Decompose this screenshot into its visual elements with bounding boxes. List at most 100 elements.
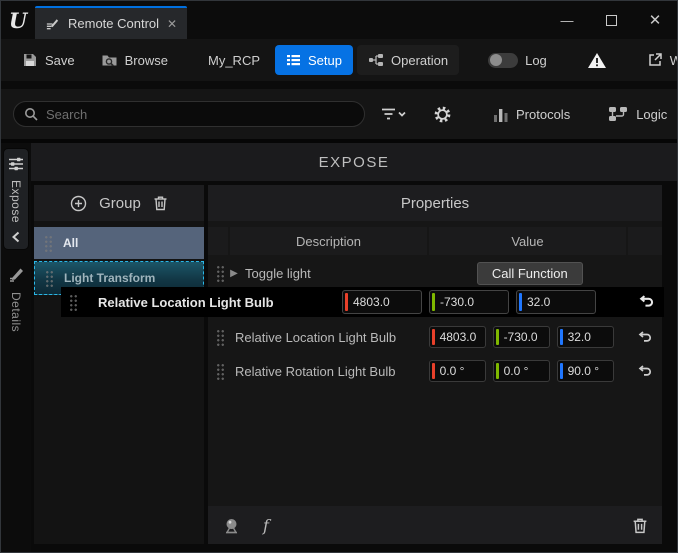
protocols-bars-icon: [494, 107, 508, 122]
browse-folder-icon: [101, 52, 118, 68]
group-item-all[interactable]: All: [34, 227, 204, 259]
x-value-field[interactable]: 4803.0: [429, 326, 486, 348]
z-value-field[interactable]: 32.0: [557, 326, 614, 348]
expose-panel: EXPOSE Group All: [31, 143, 677, 553]
expose-actor-icon[interactable]: [222, 517, 241, 534]
search-input[interactable]: [46, 107, 354, 122]
z-axis-color-bar: [519, 293, 522, 311]
reset-to-default-button[interactable]: [626, 365, 662, 378]
reset-to-default-button[interactable]: [626, 331, 662, 344]
drag-handle-icon[interactable]: [216, 329, 225, 346]
browse-button[interactable]: Browse: [90, 45, 179, 75]
titlebar: U Remote Control ✕ — ✕: [1, 1, 677, 39]
search-box[interactable]: [13, 101, 365, 127]
group-item-label: Light Transform: [64, 271, 155, 285]
x-axis-color-bar: [432, 363, 435, 379]
y-axis-color-bar: [496, 363, 499, 379]
property-row-toggle-light[interactable]: ▶ Toggle light Call Function: [208, 257, 662, 289]
details-pencil-icon: [8, 266, 24, 282]
filter-row: Protocols Logic: [1, 89, 677, 139]
panel-body: Group All Light Transform: [31, 183, 677, 553]
property-description: Toggle light: [243, 266, 434, 281]
column-spacer: [628, 227, 662, 255]
rail-tab-details[interactable]: Details: [8, 266, 24, 332]
logic-flow-icon: [608, 106, 628, 122]
z-value-field[interactable]: 32.0: [516, 290, 596, 314]
divider: [1, 81, 677, 89]
y-axis-color-bar: [432, 293, 435, 311]
collapse-left-icon[interactable]: [11, 231, 21, 243]
column-description[interactable]: Description: [230, 227, 427, 255]
dragged-property-row[interactable]: Relative Location Light Bulb 4803.0 -730…: [61, 287, 664, 317]
log-label: Log: [525, 53, 547, 68]
tab-title: Remote Control: [68, 16, 159, 31]
toolbar: Save Browse My_RCP Setup Operation: [1, 39, 677, 81]
operation-label: Operation: [391, 53, 448, 68]
operation-tab-button[interactable]: Operation: [357, 45, 459, 75]
maximize-button[interactable]: [589, 1, 633, 39]
operation-graph-icon: [368, 53, 384, 67]
drag-handle-icon[interactable]: [216, 363, 225, 380]
x-axis-color-bar: [432, 329, 435, 345]
group-item-label: All: [63, 236, 78, 250]
value-cell: 0.0 ° 0.0 ° 90.0 °: [429, 360, 626, 382]
value-cell: Call Function: [434, 262, 626, 285]
drag-handle-icon[interactable]: [45, 270, 54, 287]
setup-tab-button[interactable]: Setup: [275, 45, 353, 75]
x-axis-color-bar: [345, 293, 348, 311]
protocols-label: Protocols: [516, 107, 570, 122]
properties-column: Properties Description Value ▶ Toggle li…: [208, 185, 662, 544]
reset-to-default-button[interactable]: [628, 295, 664, 309]
properties-footer: f: [208, 506, 662, 544]
preset-name-button[interactable]: My_RCP: [197, 45, 271, 75]
y-value-field[interactable]: -730.0: [493, 326, 550, 348]
save-button[interactable]: Save: [11, 45, 86, 75]
logic-button[interactable]: Logic: [596, 106, 678, 122]
drag-handle-icon[interactable]: [69, 294, 78, 311]
y-value-field[interactable]: -730.0: [429, 290, 509, 314]
rail-tab-expose[interactable]: Expose: [3, 148, 29, 250]
pitch-value-field[interactable]: 0.0 °: [493, 360, 550, 382]
save-label: Save: [45, 53, 75, 68]
column-value[interactable]: Value: [429, 227, 626, 255]
group-header: Group: [34, 185, 204, 221]
value-cell: 4803.0 -730.0 32.0: [429, 326, 626, 348]
unreal-engine-logo-icon: U: [1, 1, 35, 39]
warnings-button[interactable]: [576, 45, 618, 75]
drag-handle-icon[interactable]: [216, 265, 225, 282]
call-function-button[interactable]: Call Function: [477, 262, 583, 285]
protocols-button[interactable]: Protocols: [482, 107, 582, 122]
dragged-property-description: Relative Location Light Bulb: [78, 295, 342, 310]
log-toggle[interactable]: Log: [477, 45, 558, 75]
property-row-relative-location[interactable]: Relative Location Light Bulb 4803.0 -730…: [208, 321, 662, 353]
property-row-relative-rotation[interactable]: Relative Rotation Light Bulb 0.0 ° 0.0 °…: [208, 353, 662, 389]
remote-control-window: U Remote Control ✕ — ✕ Save Brow: [0, 0, 678, 553]
tab-remote-control[interactable]: Remote Control ✕: [35, 6, 187, 39]
z-axis-color-bar: [560, 329, 563, 345]
rail-expose-label: Expose: [9, 180, 23, 223]
external-link-icon: [647, 52, 663, 68]
x-value-field[interactable]: 4803.0: [342, 290, 422, 314]
group-column: Group All Light Transform: [34, 185, 204, 544]
add-group-icon[interactable]: [70, 195, 87, 212]
yaw-value-field[interactable]: 90.0 °: [557, 360, 614, 382]
save-icon: [22, 52, 38, 68]
setup-list-icon: [286, 53, 301, 67]
settings-gear-icon[interactable]: [427, 99, 458, 129]
delete-property-trash-icon[interactable]: [632, 517, 648, 534]
remote-control-icon: [45, 16, 60, 31]
tab-close-icon[interactable]: ✕: [167, 17, 177, 31]
drag-handle-icon[interactable]: [44, 235, 53, 252]
property-description: Relative Location Light Bulb: [225, 330, 429, 345]
roll-value-field[interactable]: 0.0 °: [429, 360, 486, 382]
expand-arrow-icon[interactable]: ▶: [225, 268, 243, 279]
minimize-button[interactable]: —: [545, 1, 589, 39]
rail-details-label: Details: [9, 292, 23, 332]
web-button[interactable]: Web: [636, 45, 678, 75]
search-icon: [24, 107, 38, 121]
close-button[interactable]: ✕: [633, 1, 677, 39]
filter-button[interactable]: [375, 99, 413, 129]
delete-group-trash-icon[interactable]: [153, 195, 168, 211]
expose-function-icon[interactable]: f: [263, 516, 269, 535]
y-axis-color-bar: [496, 329, 499, 345]
